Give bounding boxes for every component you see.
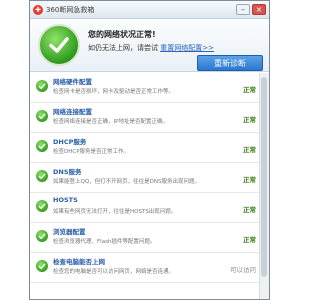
list-item: 网络硬件配置 检查网卡是否损坏，网卡及驱动是否正常工作等。 正常 (30, 73, 260, 103)
item-title: 浏览器配置 (53, 228, 86, 236)
minimize-button[interactable]: – (236, 4, 250, 15)
status-hint-text: 如仍无法上网，请尝试 (88, 44, 158, 52)
list-item: 网络连接配置 检查网络连接是否正确，IP地址是否配置正确。 正常 (30, 103, 260, 133)
app-window: ✚ 360断网急救箱 – × 您的网络状况正常! 如仍无法上网，请尝试 重置网络… (29, 0, 270, 300)
item-status: 正常 (243, 206, 256, 214)
ok-check-icon (36, 140, 48, 152)
item-description: 如果能登上QQ，但打不开网页，往往是DNS服务出现问题。 (53, 179, 201, 185)
item-description: 检查您的电脑是否可以访问网页，网络是否连通。 (53, 269, 175, 275)
item-title: DHCP服务 (53, 138, 87, 146)
window-controls: – × (236, 4, 266, 15)
list-item: DHCP服务 检查DHCP服务是否正常工作。 正常 (30, 133, 260, 163)
item-status: 正常 (243, 176, 256, 184)
item-description: 检查网卡是否损坏，网卡及驱动是否正常工作等。 (53, 89, 175, 95)
item-title: DNS服务 (53, 168, 82, 176)
item-status: 正常 (243, 116, 256, 124)
ok-check-icon (36, 200, 48, 212)
item-status: 可以访问 (230, 266, 256, 274)
item-title: 网络连接配置 (53, 108, 92, 116)
scrollbar-thumb[interactable] (261, 77, 267, 277)
item-status: 正常 (243, 236, 256, 244)
item-description: 检查网络连接是否正确，IP地址是否配置正确。 (53, 119, 168, 125)
diagnostic-list: 网络硬件配置 检查网卡是否损坏，网卡及驱动是否正常工作等。 正常 网络连接配置 … (30, 73, 260, 299)
status-hint: 如仍无法上网，请尝试 重置网络配置>> (88, 43, 214, 53)
ok-check-icon (36, 170, 48, 182)
item-title: 网络硬件配置 (53, 78, 92, 86)
status-header: 您的网络状况正常! 如仍无法上网，请尝试 重置网络配置>> 重新诊断 (30, 19, 269, 72)
item-status: 正常 (243, 146, 256, 154)
close-button[interactable]: × (252, 4, 266, 15)
item-description: 检查浏览器代理、Flash插件等配置问题。 (53, 239, 156, 245)
item-description: 如果有些网页无法打开，往往是HOSTS出现问题。 (53, 209, 177, 215)
item-status: 正常 (243, 86, 256, 94)
app-logo-icon: ✚ (33, 4, 43, 15)
list-item: 浏览器配置 检查浏览器代理、Flash插件等配置问题。 正常 (30, 223, 260, 253)
item-description: 检查DHCP服务是否正常工作。 (53, 149, 130, 155)
network-ok-badge (38, 24, 80, 66)
rediagnose-button[interactable]: 重新诊断 (197, 55, 263, 71)
title-bar: ✚ 360断网急救箱 – × (30, 1, 269, 19)
list-item: DNS服务 如果能登上QQ，但打不开网页，往往是DNS服务出现问题。 正常 (30, 163, 260, 193)
item-title: 检查电脑能否上网 (53, 258, 105, 266)
list-item: HOSTS 如果有些网页无法打开，往往是HOSTS出现问题。 正常 (30, 193, 260, 223)
reset-network-link[interactable]: 重置网络配置>> (160, 44, 214, 52)
ok-check-icon (36, 110, 48, 122)
window-title: 360断网急救箱 (46, 5, 95, 14)
item-title: HOSTS (53, 196, 78, 204)
status-title: 您的网络状况正常! (88, 30, 156, 39)
list-scrollbar[interactable] (259, 73, 269, 299)
ok-check-icon (36, 80, 48, 92)
ok-check-icon (36, 260, 48, 272)
ok-check-icon (36, 230, 48, 242)
list-item: 检查电脑能否上网 检查您的电脑是否可以访问网页，网络是否连通。 可以访问 (30, 253, 260, 283)
checkmark-icon (49, 37, 69, 53)
